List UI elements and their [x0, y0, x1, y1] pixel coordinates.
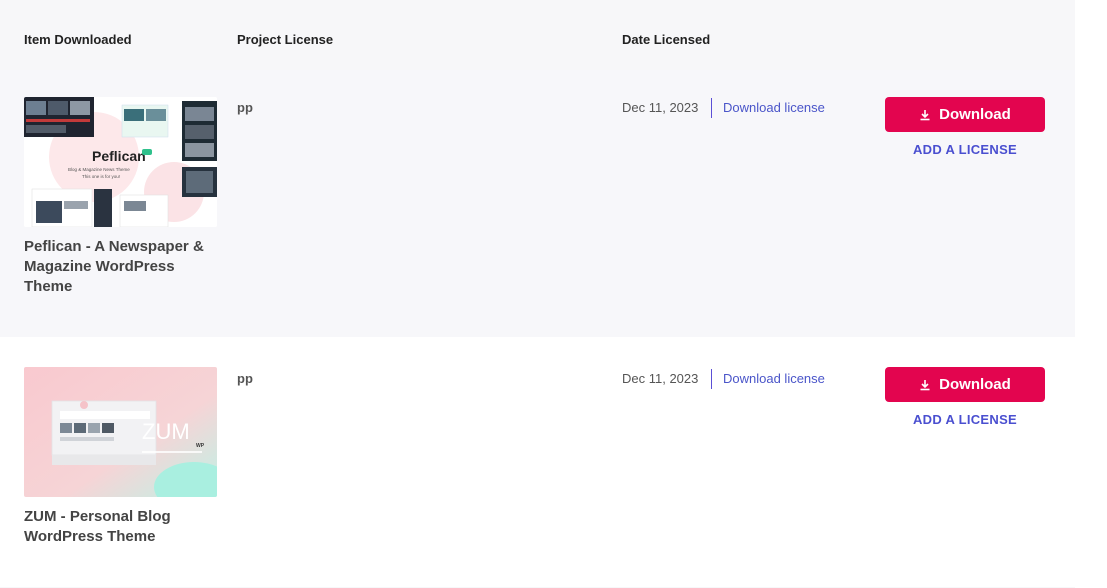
thumbnail-badge: WP	[196, 443, 205, 449]
download-icon	[920, 109, 930, 120]
divider	[711, 369, 712, 389]
thumbnail-subtagline: This one is for you!	[82, 174, 120, 179]
download-license-link[interactable]: Download license	[723, 100, 825, 115]
add-license-link[interactable]: ADD A LICENSE	[885, 412, 1045, 427]
download-button-label: Download	[939, 376, 1011, 393]
thumbnail-brand: Peflican	[92, 148, 146, 164]
downloads-table: Item Downloaded Project License Date Lic…	[0, 0, 1075, 587]
add-license-link[interactable]: ADD A LICENSE	[885, 142, 1045, 157]
thumbnail-brand: ZUM	[142, 419, 190, 444]
download-icon	[920, 379, 930, 390]
download-button[interactable]: Download	[885, 97, 1045, 132]
date-licensed: Dec 11, 2023	[622, 371, 699, 386]
date-licensed: Dec 11, 2023	[622, 100, 699, 115]
item-thumbnail[interactable]: ZUM WP	[24, 367, 217, 497]
divider	[711, 98, 712, 118]
zum-preview-image: ZUM WP	[24, 367, 217, 497]
peflican-preview-image: Peflican Blog & Magazine News Theme This…	[24, 97, 217, 227]
table-row: Peflican Blog & Magazine News Theme This…	[0, 70, 1075, 337]
project-license: pp	[237, 371, 253, 386]
column-header-license: Project License	[237, 32, 334, 47]
download-license-link[interactable]: Download license	[723, 371, 825, 386]
page-margin	[1075, 0, 1107, 588]
download-button[interactable]: Download	[885, 367, 1045, 402]
table-row: ZUM WP ZUM - Personal Blog WordPress The…	[0, 337, 1075, 587]
table-header: Item Downloaded Project License Date Lic…	[0, 0, 1075, 70]
item-name[interactable]: Peflican - A Newspaper & Magazine WordPr…	[24, 237, 224, 297]
project-license: pp	[237, 100, 253, 115]
download-button-label: Download	[939, 106, 1011, 123]
item-thumbnail[interactable]: Peflican Blog & Magazine News Theme This…	[24, 97, 217, 227]
column-header-item: Item Downloaded	[24, 32, 132, 47]
item-name[interactable]: ZUM - Personal Blog WordPress Theme	[24, 507, 224, 547]
thumbnail-tagline: Blog & Magazine News Theme	[68, 167, 130, 172]
column-header-date: Date Licensed	[622, 32, 711, 47]
